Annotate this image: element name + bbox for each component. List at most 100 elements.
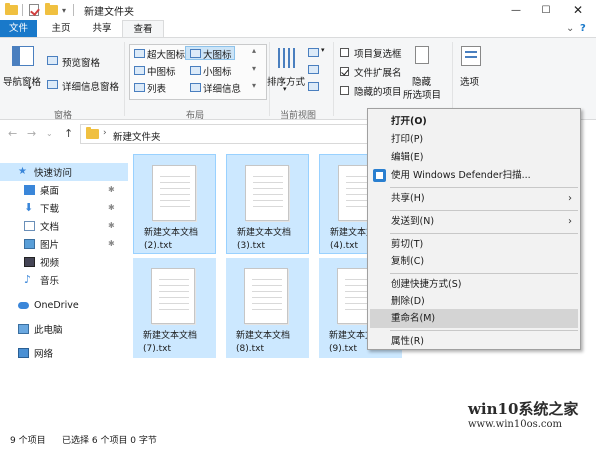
menu-item-defender-scan[interactable]: 使用 Windows Defender扫描... — [370, 166, 578, 185]
layout-small-icons[interactable]: 小图标 — [203, 64, 232, 78]
sidebar-item-desktop[interactable]: 桌面 — [24, 181, 59, 199]
tab-share[interactable]: 共享 — [85, 20, 119, 37]
tab-file[interactable]: 文件 — [0, 20, 37, 37]
menu-item-label: 发送到(N) — [391, 216, 435, 227]
layout-large-icons[interactable]: 大图标 — [203, 47, 232, 61]
hidden-items-label: 隐藏的项目 — [354, 87, 402, 98]
sidebar-item-downloads[interactable]: ⬇ 下载 — [24, 199, 59, 217]
pin-icon[interactable]: ✱ — [108, 221, 115, 230]
text-file-icon — [245, 165, 289, 221]
watermark-title: win10系统之家 — [468, 400, 579, 418]
menu-item-open[interactable]: 打开(O) — [370, 112, 578, 131]
menu-item-copy[interactable]: 复制(C) — [370, 252, 578, 271]
layout-expand-icon[interactable]: ▾ — [252, 81, 256, 90]
separator — [73, 3, 74, 17]
address-field[interactable]: › 新建文件夹 — [80, 124, 370, 144]
large-icons-icon — [190, 49, 201, 58]
hide-selected-button-line2[interactable]: 所选项目 — [403, 87, 441, 101]
layout-list[interactable]: 列表 — [147, 81, 166, 95]
close-button[interactable]: ✕ — [562, 0, 594, 20]
file-name: 新建文本文档 (7).txt — [143, 331, 198, 354]
menu-item-label: 共享(H) — [391, 193, 425, 204]
chevron-down-icon[interactable]: ▾ — [321, 46, 325, 54]
breadcrumb-chevron-icon[interactable]: › — [103, 128, 107, 138]
selection-info: 已选择 6 个项目 0 字节 — [62, 436, 157, 446]
pin-icon[interactable]: ✱ — [108, 239, 115, 248]
sidebar-item-this-pc[interactable]: 此电脑 — [18, 320, 63, 338]
menu-item-share[interactable]: 共享(H) › — [370, 189, 578, 208]
layout-extra-large-icons[interactable]: 超大图标 — [147, 47, 185, 61]
pin-icon[interactable]: ✱ — [108, 185, 115, 194]
details-icon — [190, 83, 201, 92]
up-arrow-icon[interactable]: ↑ — [64, 127, 73, 140]
new-folder-icon[interactable] — [45, 3, 58, 17]
music-icon: ♪ — [24, 273, 32, 286]
separator — [22, 3, 23, 17]
sidebar-item-pictures[interactable]: 图片 — [24, 235, 59, 253]
sidebar-item-label: 此电脑 — [34, 325, 63, 336]
navigation-pane: ★ 快速访问 桌面 ✱ ⬇ 下载 ✱ 文档 ✱ 图片 ✱ 视频 ♪ 音乐 One… — [0, 150, 128, 422]
sidebar-item-onedrive[interactable]: OneDrive — [18, 296, 79, 314]
add-columns-icon[interactable] — [308, 65, 319, 74]
recent-locations-chevron-icon[interactable]: ⌄ — [46, 129, 53, 138]
sidebar-item-music[interactable]: ♪ 音乐 — [24, 271, 59, 289]
minimize-button[interactable]: — — [500, 0, 532, 20]
back-arrow-icon[interactable]: ← — [8, 127, 17, 140]
quick-access-dropdown-icon[interactable]: ▾ — [62, 3, 66, 17]
file-name: 新建文本文档 (2).txt — [144, 228, 199, 251]
file-tile[interactable]: 新建文本文档 (3).txt — [226, 154, 309, 254]
menu-item-label: 使用 Windows Defender扫描... — [391, 170, 531, 181]
sidebar-item-documents[interactable]: 文档 — [24, 217, 59, 235]
help-icon[interactable]: ? — [580, 23, 586, 34]
forward-arrow-icon[interactable]: → — [27, 127, 36, 140]
chevron-down-icon[interactable]: ▾ — [283, 85, 287, 93]
item-checkboxes-checkbox[interactable] — [340, 48, 349, 57]
layout-scroll-down-icon[interactable]: ▾ — [252, 64, 256, 73]
menu-item-edit[interactable]: 编辑(E) — [370, 148, 578, 167]
navigation-pane-icon[interactable] — [12, 46, 34, 66]
layout-details[interactable]: 详细信息 — [203, 81, 241, 95]
details-pane-button[interactable]: 详细信息窗格 — [62, 79, 119, 93]
menu-item-properties[interactable]: 属性(R) — [370, 332, 578, 351]
breadcrumb-current-folder[interactable]: 新建文件夹 — [113, 129, 161, 143]
hide-selected-button[interactable]: 隐藏 — [412, 74, 431, 88]
sidebar-item-label: 视频 — [40, 258, 60, 269]
file-tile[interactable]: 新建文本文档 (8).txt — [226, 258, 309, 358]
sidebar-item-videos[interactable]: 视频 — [24, 253, 59, 271]
chevron-down-icon[interactable]: ⌄ — [566, 23, 574, 34]
file-tile[interactable]: 新建文本文档 (7).txt — [133, 258, 216, 358]
file-extensions-label: 文件扩展名 — [354, 68, 402, 79]
options-icon — [461, 46, 481, 66]
divider — [452, 42, 453, 116]
tab-view[interactable]: 查看 — [122, 20, 164, 37]
options-button[interactable]: 选项 — [460, 74, 479, 88]
network-icon — [18, 348, 29, 358]
layout-scroll-up-icon[interactable]: ▴ — [252, 46, 256, 55]
desktop-icon — [24, 185, 35, 195]
layout-medium-icons[interactable]: 中图标 — [147, 64, 176, 78]
size-columns-icon[interactable] — [308, 82, 319, 91]
pin-icon[interactable]: ✱ — [108, 203, 115, 212]
hidden-items-checkbox[interactable] — [340, 86, 349, 95]
menu-item-print[interactable]: 打印(P) — [370, 130, 578, 149]
maximize-button[interactable]: ☐ — [530, 0, 562, 20]
group-by-icon[interactable] — [308, 48, 319, 57]
sidebar-item-network[interactable]: 网络 — [18, 344, 53, 362]
menu-item-rename[interactable]: 重命名(M) — [370, 309, 578, 328]
file-extensions-checkbox[interactable] — [340, 67, 349, 76]
title-bar: ▾ 新建文件夹 — ☐ ✕ — [0, 0, 596, 20]
text-file-icon — [151, 268, 195, 324]
submenu-arrow-icon: › — [568, 193, 572, 204]
properties-icon[interactable] — [29, 3, 39, 17]
tab-home[interactable]: 主页 — [44, 20, 78, 37]
ribbon-tabs: 文件 主页 共享 查看 ⌄ ? — [0, 20, 596, 37]
file-name: 新建文本文档 (3).txt — [237, 228, 292, 251]
small-icons-icon — [190, 66, 201, 75]
file-tile[interactable]: 新建文本文档 (2).txt — [133, 154, 216, 254]
sidebar-item-label: 文档 — [40, 222, 60, 233]
chevron-down-icon[interactable]: ▾ — [28, 84, 32, 92]
menu-item-send-to[interactable]: 发送到(N) › — [370, 212, 578, 231]
navigation-pane-button[interactable]: 导航窗格 — [3, 74, 41, 88]
preview-pane-button[interactable]: 预览窗格 — [62, 55, 100, 69]
sidebar-item-quick-access[interactable]: ★ 快速访问 — [0, 163, 128, 181]
